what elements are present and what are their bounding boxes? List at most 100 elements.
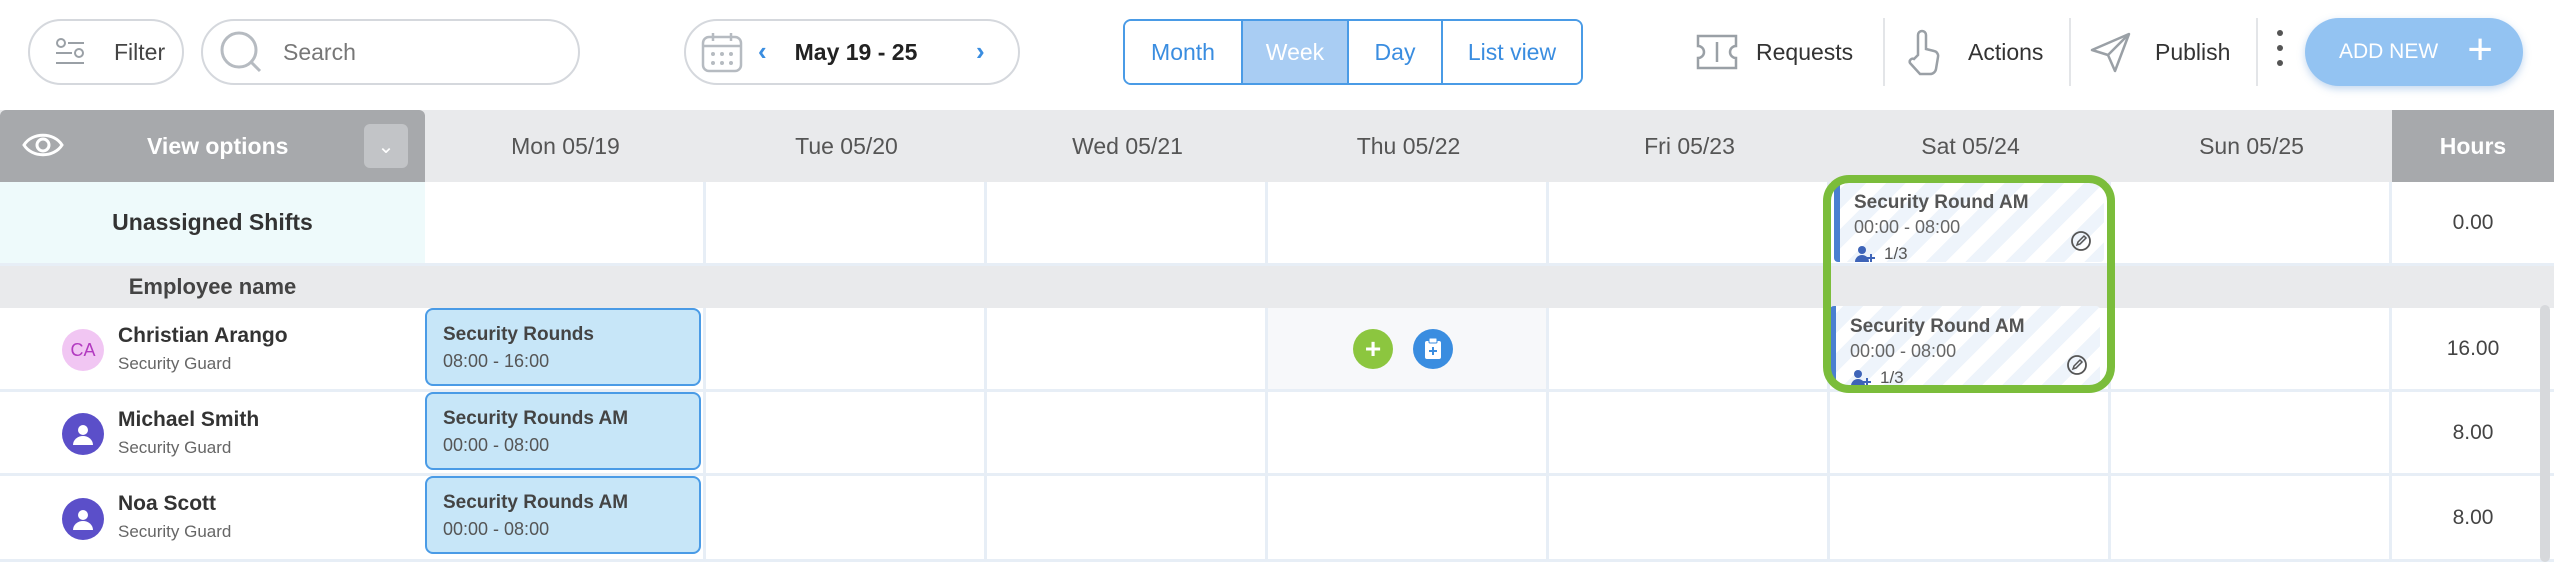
- shift-time: 00:00 - 08:00: [443, 435, 550, 455]
- employee-row: CA Christian Arango Security Guard + 16.…: [0, 308, 2554, 392]
- shift-cell[interactable]: [425, 182, 706, 266]
- open-shift-card[interactable]: Security Round AM 00:00 - 08:00 1/3: [1830, 306, 2100, 388]
- employee-row: Michael Smith Security Guard 8.00: [0, 392, 2554, 476]
- edit-icon[interactable]: [2066, 354, 2088, 376]
- shift-title: Security Rounds AM: [443, 408, 629, 429]
- employee-row: Noa Scott Security Guard 8.00: [0, 476, 2554, 562]
- shift-cell[interactable]: [1549, 182, 1830, 266]
- shift-cell[interactable]: [706, 476, 987, 562]
- employee-cell[interactable]: Noa Scott Security Guard: [0, 476, 425, 562]
- shift-cell[interactable]: [987, 308, 1268, 392]
- filter-icon: [56, 38, 84, 64]
- chevron-left-icon[interactable]: ‹: [758, 36, 767, 67]
- actions-button[interactable]: Actions: [1904, 19, 2043, 85]
- shift-cell[interactable]: [1830, 392, 2111, 476]
- shift-cell[interactable]: [987, 392, 1268, 476]
- search-input[interactable]: Search: [201, 19, 580, 85]
- add-new-label: ADD NEW: [2339, 40, 2439, 63]
- employee-name: Noa Scott: [118, 492, 217, 515]
- requests-label: Requests: [1756, 38, 1854, 65]
- employee-role: Security Guard: [118, 354, 232, 373]
- publish-button[interactable]: Publish: [2089, 19, 2230, 85]
- requests-button[interactable]: Requests: [1694, 19, 1853, 85]
- day-header-row: View options ⌄ Mon 05/19 Tue 05/20 Wed 0…: [0, 110, 2554, 182]
- shift-cell[interactable]: [706, 392, 987, 476]
- more-options-icon[interactable]: [2273, 30, 2287, 74]
- day-header-sun: Sun 05/25: [2199, 132, 2304, 159]
- shift-cell[interactable]: [1268, 392, 1549, 476]
- shift-cell[interactable]: [1830, 476, 2111, 562]
- hours-header: Hours: [2392, 110, 2554, 182]
- shift-title: Security Round AM: [1854, 192, 2029, 213]
- shift-cell[interactable]: [987, 476, 1268, 562]
- user-icon: [73, 510, 93, 530]
- view-month-button[interactable]: Month: [1125, 21, 1243, 83]
- shift-title: Security Round AM: [1850, 316, 2025, 337]
- hours-value: 8.00: [2392, 476, 2554, 562]
- shift-slots: 1/3: [1850, 368, 2086, 388]
- shift-cell[interactable]: [1268, 476, 1549, 562]
- shift-cell[interactable]: [987, 182, 1268, 266]
- employee-cell[interactable]: CA Christian Arango Security Guard: [0, 308, 425, 392]
- view-options-button[interactable]: View options ⌄: [0, 110, 425, 182]
- ticket-icon: [1696, 34, 1738, 70]
- day-header-wed: Wed 05/21: [1072, 132, 1183, 159]
- shift-card[interactable]: Security Rounds AM 00:00 - 08:00: [425, 476, 701, 554]
- shift-cell[interactable]: [1549, 308, 1830, 392]
- shift-cell[interactable]: +: [1268, 308, 1549, 392]
- employee-name: Michael Smith: [118, 408, 260, 431]
- shift-time: 00:00 - 08:00: [1850, 341, 1957, 361]
- shift-title: Security Rounds: [443, 324, 594, 345]
- paper-plane-icon: [2090, 32, 2131, 73]
- add-new-button[interactable]: ADD NEW +: [2305, 18, 2523, 86]
- chevron-right-icon[interactable]: ›: [976, 36, 985, 67]
- view-day-button[interactable]: Day: [1349, 21, 1443, 83]
- toolbar-divider: [2069, 18, 2071, 86]
- filter-label: Filter: [114, 38, 166, 65]
- shift-time: 08:00 - 16:00: [443, 351, 550, 371]
- toolbar-divider: [1883, 18, 1885, 86]
- shift-card[interactable]: Security Rounds 08:00 - 16:00: [425, 308, 701, 386]
- day-header-thu: Thu 05/22: [1356, 132, 1461, 159]
- shift-cell[interactable]: [706, 182, 987, 266]
- filter-button[interactable]: Filter: [28, 19, 184, 85]
- calendar-icon[interactable]: [700, 30, 744, 74]
- shift-cell[interactable]: [2111, 182, 2392, 266]
- employee-name: Christian Arango: [118, 324, 288, 347]
- shift-card[interactable]: Security Rounds AM 00:00 - 08:00: [425, 392, 701, 470]
- edit-icon[interactable]: [2070, 230, 2092, 252]
- shift-cell[interactable]: [2111, 476, 2392, 562]
- view-switcher: Month Week Day List view: [1123, 19, 1583, 85]
- hours-value: 16.00: [2392, 308, 2554, 392]
- paste-shift-icon[interactable]: [1413, 329, 1453, 369]
- unassigned-shifts-label: Unassigned Shifts: [0, 182, 425, 266]
- user-icon: [73, 425, 93, 445]
- shift-cell[interactable]: [2111, 308, 2392, 392]
- employee-cell[interactable]: Michael Smith Security Guard: [0, 392, 425, 476]
- view-week-button[interactable]: Week: [1243, 21, 1349, 83]
- vertical-scrollbar[interactable]: [2540, 305, 2550, 562]
- hours-value: 0.00: [2392, 182, 2554, 266]
- view-list-button[interactable]: List view: [1443, 21, 1581, 83]
- search-icon: [220, 31, 262, 73]
- add-shift-icon[interactable]: +: [1353, 329, 1393, 369]
- plus-icon: +: [2467, 25, 2493, 74]
- avatar: CA: [62, 329, 104, 371]
- shift-cell[interactable]: [1549, 476, 1830, 562]
- shift-cell[interactable]: [2111, 392, 2392, 476]
- add-user-icon: [1851, 370, 1871, 386]
- date-navigator: ‹ May 19 - 25 ›: [684, 19, 1020, 85]
- shift-time: 00:00 - 08:00: [1854, 217, 1961, 237]
- shift-time: 00:00 - 08:00: [443, 519, 550, 539]
- add-user-icon: [1855, 246, 1875, 262]
- open-shift-card[interactable]: Security Round AM 00:00 - 08:00 1/3: [1834, 182, 2104, 263]
- clipboard-icon: [1425, 337, 1441, 359]
- avatar: [62, 498, 104, 540]
- shift-cell[interactable]: [1549, 392, 1830, 476]
- chevron-down-icon[interactable]: ⌄: [364, 124, 408, 168]
- shift-cell[interactable]: [706, 308, 987, 392]
- shift-cell[interactable]: [1268, 182, 1549, 266]
- search-placeholder: Search: [283, 38, 356, 65]
- day-header-tue: Tue 05/20: [795, 132, 898, 159]
- actions-label: Actions: [1968, 38, 2044, 65]
